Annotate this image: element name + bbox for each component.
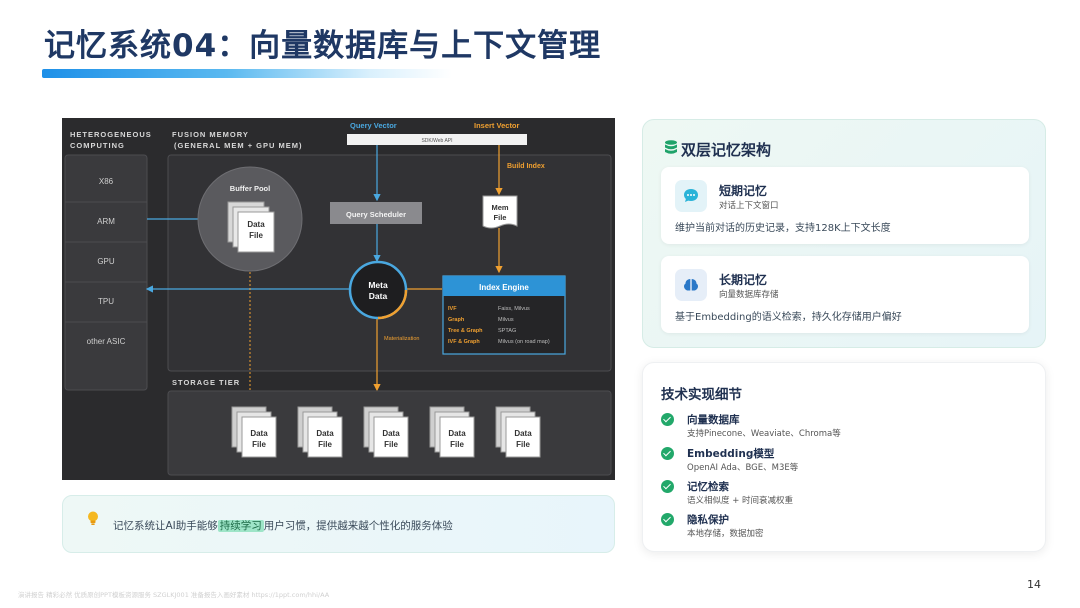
- tech-item-desc: 支持Pinecone、Weaviate、Chroma等: [687, 429, 841, 439]
- storage-file-label: File: [318, 440, 332, 449]
- index-row-val: Milvus: [498, 317, 514, 323]
- mem-file-label: File: [494, 213, 507, 222]
- materialization-label: Materialization: [384, 336, 419, 342]
- computing-column: [64, 154, 148, 391]
- footer-watermark: 演讲报告 精彩必然 优质原创PPT模板资源服务 SZGLKJ001 准备报告入画…: [18, 591, 330, 599]
- storage-data-label: Data: [514, 429, 532, 438]
- computing-x86: X86: [99, 177, 114, 186]
- short-term-title: 短期记忆: [719, 184, 768, 198]
- index-row-val: Faiss, Milvus: [498, 306, 530, 312]
- mid-heading-1: FUSION MEMORY: [172, 130, 249, 139]
- long-term-subtitle: 向量数据库存储: [719, 290, 779, 300]
- index-row-key: IVF & Graph: [448, 339, 480, 345]
- query-scheduler-label: Query Scheduler: [346, 210, 406, 219]
- buffer-file-label: File: [249, 231, 263, 240]
- storage-tier-heading: STORAGE TIER: [172, 378, 240, 387]
- tech-item-name: 隐私保护: [687, 514, 729, 526]
- chat-bubble-icon: [675, 180, 707, 212]
- index-row-key: Tree & Graph: [448, 328, 483, 334]
- short-term-subtitle: 对话上下文窗口: [719, 201, 779, 211]
- index-engine-label: Index Engine: [479, 283, 529, 292]
- tech-item: 隐私保护 本地存储，数据加密: [661, 512, 1031, 542]
- long-term-description: 基于Embedding的语义检索，持久化存储用户偏好: [675, 312, 902, 323]
- buffer-pool-label: Buffer Pool: [230, 184, 270, 193]
- tip-prefix: 记忆系统让AI助手能够: [113, 520, 218, 532]
- mem-label: Mem: [491, 203, 508, 212]
- tech-item: 向量数据库 支持Pinecone、Weaviate、Chroma等: [661, 412, 1031, 442]
- computing-tpu: TPU: [98, 297, 114, 306]
- tech-item-desc: 语义相似度 + 时间衰减权重: [687, 496, 794, 506]
- lightbulb-icon: [88, 511, 98, 525]
- mem-file: [482, 195, 518, 229]
- brain-icon: [675, 269, 707, 301]
- architecture-diagram: HETEROGENEOUS COMPUTING FUSION MEMORY (G…: [62, 118, 615, 480]
- check-circle-icon: [661, 480, 674, 493]
- tip-box: 记忆系统让AI助手能够 持续学习 用户习惯，提供越来越个性化的服务体验: [62, 495, 615, 553]
- storage-file-label: File: [384, 440, 398, 449]
- tip-suffix: 用户习惯，提供越来越个性化的服务体验: [263, 520, 453, 532]
- check-circle-icon: [661, 413, 674, 426]
- tech-item-desc: OpenAI Ada、BGE、M3E等: [687, 463, 799, 473]
- page-title: 记忆系统04：向量数据库与上下文管理: [44, 28, 602, 64]
- memory-panel-title: 双层记忆架构: [681, 141, 772, 159]
- insert-vector-label: Insert Vector: [474, 121, 520, 130]
- tech-item-name: 记忆检索: [687, 481, 729, 493]
- tech-item-name: Embedding模型: [687, 448, 775, 460]
- left-heading-2: COMPUTING: [70, 141, 125, 150]
- tech-item: 记忆检索 语义相似度 + 时间衰减权重: [661, 479, 1031, 509]
- storage-data-label: Data: [250, 429, 268, 438]
- storage-file-label: File: [516, 440, 530, 449]
- meta-data-label: Data: [369, 291, 388, 301]
- storage-data-label: Data: [316, 429, 334, 438]
- storage-data-label: Data: [448, 429, 466, 438]
- index-row-key: Graph: [448, 317, 465, 323]
- storage-file-label: File: [450, 440, 464, 449]
- page-number: 14: [1027, 578, 1041, 591]
- left-heading-1: HETEROGENEOUS: [70, 130, 152, 139]
- database-icon: [665, 140, 677, 154]
- tip-text: 记忆系统让AI助手能够 持续学习 用户习惯，提供越来越个性化的服务体验: [113, 518, 453, 533]
- storage-data-label: Data: [382, 429, 400, 438]
- title-underline: [42, 69, 452, 78]
- computing-arm: ARM: [97, 217, 115, 226]
- buffer-data-label: Data: [247, 220, 265, 229]
- computing-asic: other ASIC: [87, 337, 126, 346]
- tech-item-desc: 本地存储，数据加密: [687, 529, 764, 539]
- meta-label: Meta: [368, 280, 388, 290]
- build-index-label: Build Index: [507, 163, 545, 170]
- long-term-memory-card: 长期记忆 向量数据库存储 基于Embedding的语义检索，持久化存储用户偏好: [661, 256, 1029, 333]
- long-term-title: 长期记忆: [719, 273, 768, 287]
- tech-panel-title: 技术实现细节: [661, 387, 742, 403]
- index-row-key: IVF: [448, 306, 457, 312]
- tech-item: Embedding模型 OpenAI Ada、BGE、M3E等: [661, 446, 1031, 476]
- check-circle-icon: [661, 513, 674, 526]
- storage-file-label: File: [252, 440, 266, 449]
- short-term-memory-card: 短期记忆 对话上下文窗口 维护当前对话的历史记录，支持128K上下文长度: [661, 167, 1029, 244]
- query-vector-label: Query Vector: [350, 121, 397, 130]
- index-row-val: SPTAG: [498, 328, 516, 334]
- tip-highlight: 持续学习: [217, 520, 264, 532]
- computing-gpu: GPU: [97, 257, 115, 266]
- short-term-description: 维护当前对话的历史记录，支持128K上下文长度: [675, 223, 891, 234]
- mid-heading-2: (GENERAL MEM + GPU MEM): [174, 141, 303, 150]
- check-circle-icon: [661, 447, 674, 460]
- index-row-val: Milvus (on road map): [498, 339, 550, 345]
- tech-item-name: 向量数据库: [687, 414, 740, 426]
- sdk-api-label: SDK/Web API: [421, 138, 452, 144]
- tech-details-panel: 技术实现细节 向量数据库 支持Pinecone、Weaviate、Chroma等…: [642, 362, 1046, 552]
- memory-architecture-panel: 双层记忆架构 短期记忆 对话上下文窗口 维护当前对话的历史记录，支持128K上下…: [642, 119, 1046, 348]
